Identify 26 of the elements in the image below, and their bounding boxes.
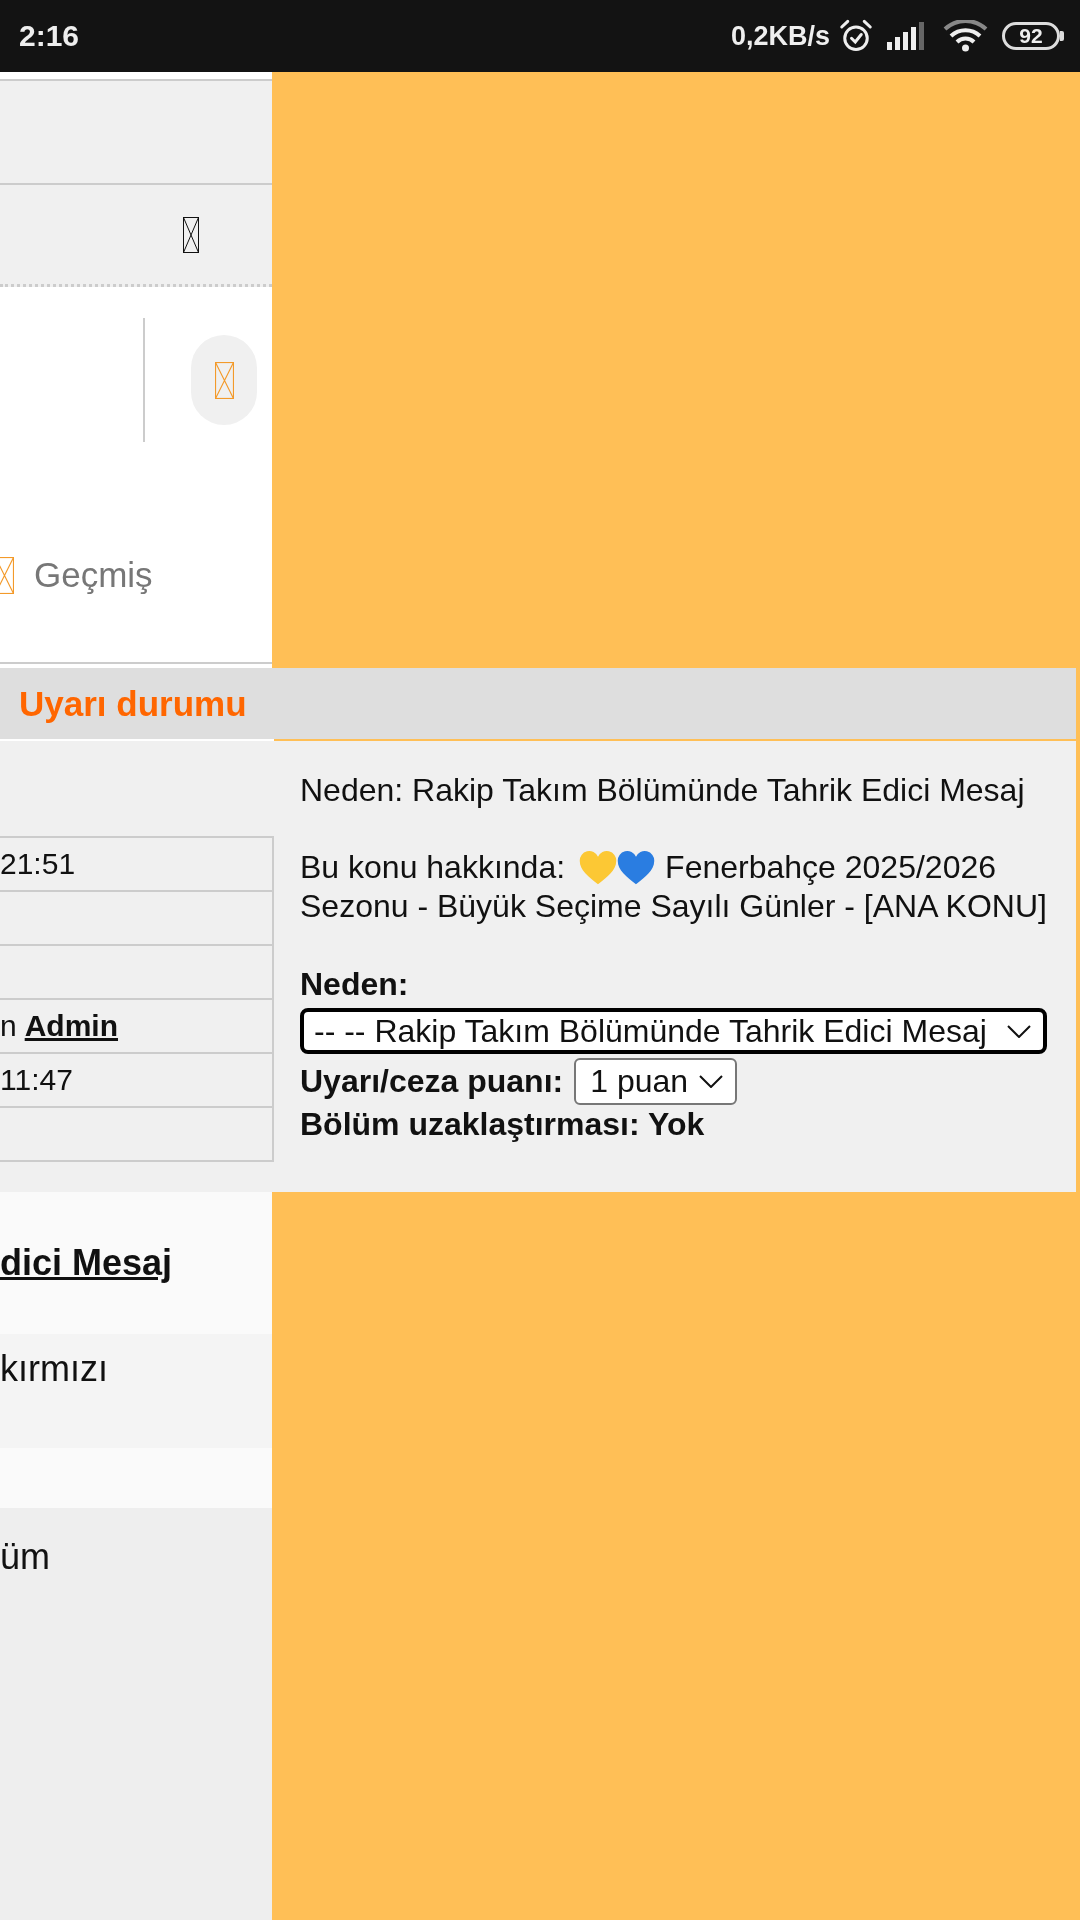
alarm-clock-icon bbox=[838, 18, 874, 54]
ban-text: Bölüm uzaklaştırması: Yok bbox=[300, 1105, 706, 1144]
chevron-icon bbox=[1007, 1024, 1031, 1038]
wifi-icon bbox=[943, 20, 988, 52]
battery-level: 92 bbox=[1019, 24, 1043, 48]
points-select[interactable]: 1 puan bbox=[574, 1058, 738, 1105]
panel-title: Uyarı durumu bbox=[19, 683, 247, 724]
content-text: kırmızı bbox=[0, 1348, 108, 1389]
chevron-icon bbox=[699, 1075, 724, 1088]
cell-text: n bbox=[0, 1009, 17, 1043]
topic-label: Bu konu hakkında: bbox=[300, 848, 566, 887]
reason-label: Neden: bbox=[300, 965, 410, 1004]
crossed-box-icon bbox=[0, 556, 14, 594]
crossed-box-icon[interactable] bbox=[183, 216, 199, 253]
clock-time: 2:16 bbox=[19, 19, 80, 53]
crossed-box-icon bbox=[214, 361, 234, 399]
post-title-link[interactable]: dici Mesaj bbox=[0, 1242, 173, 1284]
topic-title: Fenerbahçe 2025/2026 bbox=[665, 848, 996, 887]
user-link[interactable]: Admin bbox=[24, 1009, 118, 1043]
network-speed: 0,2KB/s bbox=[730, 20, 830, 52]
topic-title: Sezonu - Büyük Seçime Sayılı Günler - [ANA KONU] bbox=[300, 887, 1047, 926]
points-label: Uyarı/ceza puanı: bbox=[300, 1062, 564, 1101]
history-tab[interactable]: Geçmiş bbox=[34, 555, 153, 595]
content-text: üm bbox=[0, 1536, 50, 1577]
reason-text: Neden: Rakip Takım Bölümünde Tahrik Edici Mesaj bbox=[300, 771, 1026, 810]
reason-select[interactable]: -- -- Rakip Takım Bölümünde Tahrik Edici Mesaj bbox=[300, 1008, 1047, 1054]
